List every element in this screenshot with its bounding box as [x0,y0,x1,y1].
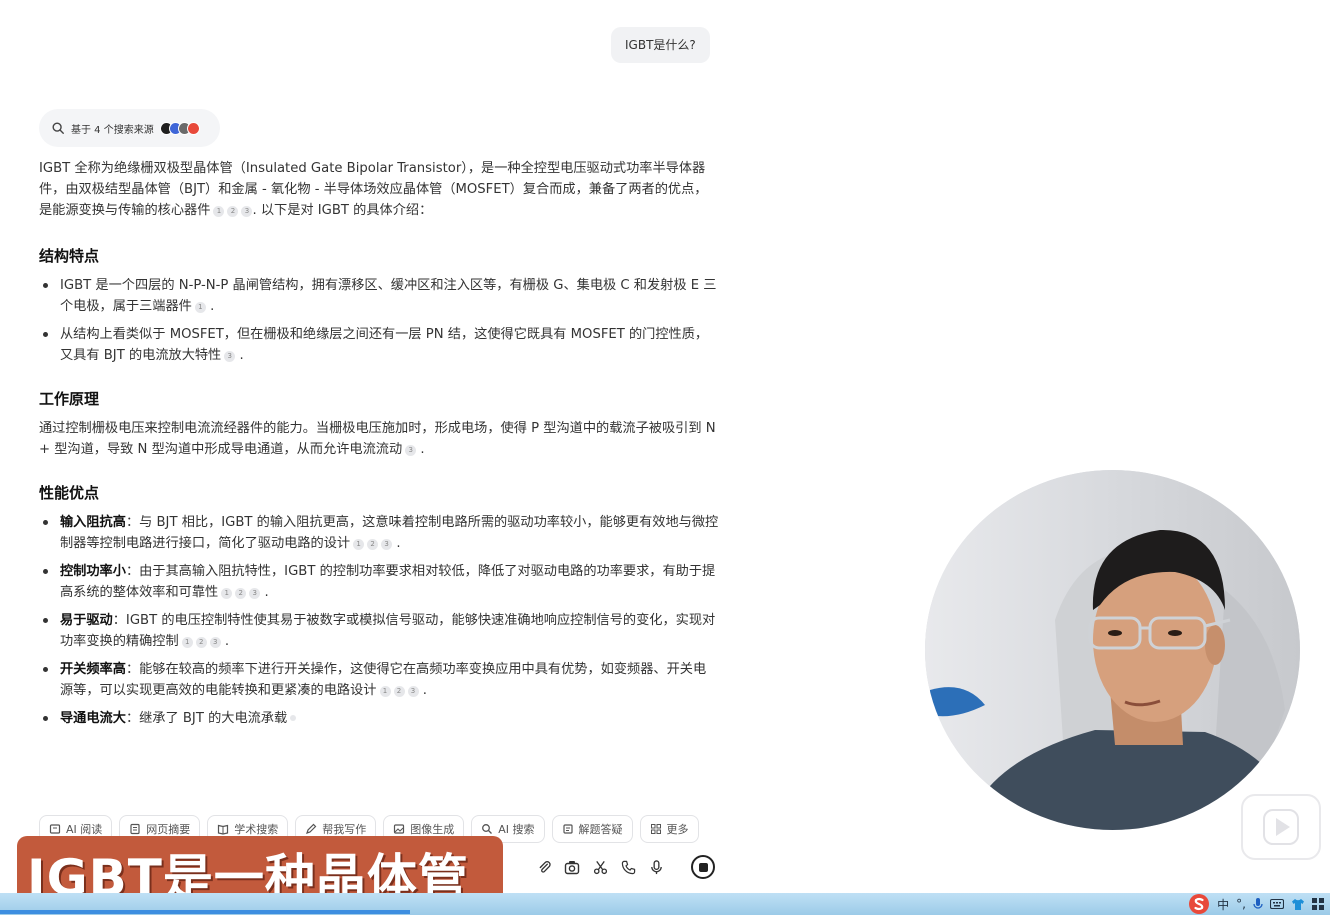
citation-marker[interactable]: 3 [407,686,419,697]
phone-icon[interactable] [619,858,637,876]
sources-pill[interactable]: 基于 4 个搜索来源 [39,109,220,147]
citation-marker[interactable]: 3 [209,637,221,648]
citation-marker[interactable]: 2 [227,206,239,217]
list-item: 输入阻抗高：与 BJT 相比，IGBT 的输入阻抗更高，这意味着控制电路所需的驱… [39,512,719,554]
image-icon [394,824,405,834]
sogou-ime-icon[interactable] [1188,893,1210,915]
input-action-bar [535,855,715,879]
user-question-bubble: IGBT是什么? [611,27,710,63]
scissors-icon[interactable] [591,858,609,876]
list-item: 从结构上看类似于 MOSFET，但在栅极和绝缘层之间还有一层 PN 结，这使得它… [39,324,719,366]
stop-icon [698,862,708,872]
stop-generation-button[interactable] [691,855,715,879]
academic-search-icon [218,824,229,835]
microphone-icon[interactable] [647,858,665,876]
section-paragraph: 通过控制栅极电压来控制电流流经器件的能力。当栅极电压施加时，形成电场，使得 P … [39,421,716,457]
chip-label: 图像生成 [410,823,455,836]
answer-section: 结构特点 IGBT 是一个四层的 N-P-N-P 晶闸管结构，拥有漂移区、缓冲区和… [39,245,719,366]
grid-icon[interactable] [1312,898,1324,910]
source-avatars [159,121,200,135]
chip-label: 学术搜索 [234,823,279,836]
item-text: IGBT 是一个四层的 N-P-N-P 晶闸管结构，拥有漂移区、缓冲区和注入区等… [60,278,717,314]
chip-label: 解题答疑 [578,823,623,836]
citation-marker[interactable]: 1 [213,206,225,217]
search-icon [52,122,64,134]
toolbar-chip[interactable]: 更多 [639,815,699,843]
item-text: ：继承了 BJT 的大电流承载 [125,711,288,726]
attach-icon[interactable] [535,858,553,876]
shirt-icon[interactable] [1291,898,1305,911]
citation-marker[interactable]: 2 [393,686,405,697]
item-title: 易于驱动 [60,613,113,628]
video-play-watermark[interactable] [1241,794,1321,860]
citation-marker[interactable]: 1 [221,588,233,599]
list-item: 开关频率高：能够在较高的频率下进行开关操作，这使得它在高频功率变换应用中具有优势… [39,659,719,701]
web-summary-icon [130,823,140,835]
toolbar-chip[interactable]: 解题答疑 [551,815,633,843]
section-heading: 工作原理 [39,390,100,408]
list-item: 易于驱动：IGBT 的电压控制特性使其易于被数字或模拟信号驱动，能够快速准确地响… [39,610,719,652]
section-heading: 结构特点 [39,247,100,265]
ime-language-label[interactable]: 中 [1217,896,1229,913]
citation-marker[interactable]: 1 [379,686,391,697]
answer-intro: IGBT 全称为绝缘栅双极型晶体管（Insulated Gate Bipolar… [39,158,719,221]
answer-content: IGBT 全称为绝缘栅双极型晶体管（Insulated Gate Bipolar… [39,158,719,751]
search-icon [482,824,493,834]
section-heading: 性能优点 [39,484,100,502]
tray-microphone-icon[interactable] [1253,897,1263,911]
item-text: 从结构上看类似于 MOSFET，但在栅极和绝缘层之间还有一层 PN 结，这使得它… [60,327,709,363]
screenshot-icon[interactable] [563,858,581,876]
item-text: ：IGBT 的电压控制特性使其易于被数字或模拟信号驱动，能够快速准确地响应控制信… [60,613,716,649]
taskbar: 中 °, [0,893,1330,915]
citation-marker[interactable]: 2 [235,588,247,599]
citation-marker[interactable]: 1 [181,637,193,648]
punctuation-icon[interactable]: °, [1236,897,1246,911]
answer-section: 工作原理通过控制栅极电压来控制电流流经器件的能力。当栅极电压施加时，形成电场，使… [39,388,719,460]
chip-label: 更多 [666,823,689,836]
system-tray: 中 °, [1188,893,1324,915]
paragraph-text: 通过控制栅极电压来控制电流流经器件的能力。当栅极电压施加时，形成电场，使得 P … [39,421,716,457]
chip-label: AI 阅读 [66,823,103,836]
answer-section: 性能优点输入阻抗高：与 BJT 相比，IGBT 的输入阻抗更高，这意味着控制电路… [39,482,719,729]
more-icon [650,824,661,834]
list-item: IGBT 是一个四层的 N-P-N-P 晶闸管结构，拥有漂移区、缓冲区和注入区等… [39,275,719,317]
chip-label: 网页摘要 [146,823,191,836]
citation-marker[interactable]: 3 [241,206,253,217]
pen-icon [306,823,317,834]
play-icon [1263,809,1299,845]
typing-indicator [290,715,297,721]
bullet-list: IGBT 是一个四层的 N-P-N-P 晶闸管结构，拥有漂移区、缓冲区和注入区等… [39,275,719,366]
citation-marker[interactable]: 1 [353,539,365,550]
citation-marker[interactable]: 3 [381,539,393,550]
chip-label: 帮我写作 [322,823,367,836]
citation-marker[interactable]: 3 [405,445,417,456]
intro-tail: . 以下是对 IGBT 的具体介绍： [252,203,433,218]
citation-marker[interactable]: 3 [224,351,236,362]
list-item: 导通电流大：继承了 BJT 的大电流承载 [39,708,719,729]
citation-marker[interactable]: 3 [249,588,261,599]
sources-label: 基于 4 个搜索来源 [71,124,154,136]
webcam-overlay [925,470,1300,830]
item-title: 输入阻抗高 [60,515,126,530]
item-text: ：由于其高输入阻抗特性，IGBT 的控制功率要求相对较低，降低了对驱动电路的功率… [60,564,716,600]
progress-bar [0,910,410,914]
ai-read-icon [49,824,61,834]
source-avatar [186,121,200,135]
citation-marker[interactable]: 2 [195,637,207,648]
keyboard-icon[interactable] [1270,898,1284,910]
chip-label: AI 搜索 [498,823,535,836]
item-title: 控制功率小 [60,564,126,579]
item-title: 开关频率高 [60,662,126,677]
item-title: 导通电流大 [60,711,126,726]
citation-marker[interactable]: 1 [194,302,206,313]
list-item: 控制功率小：由于其高输入阻抗特性，IGBT 的控制功率要求相对较低，降低了对驱动… [39,561,719,603]
citation-marker[interactable]: 2 [367,539,379,550]
presenter-image [925,470,1300,830]
bullet-list: 输入阻抗高：与 BJT 相比，IGBT 的输入阻抗更高，这意味着控制电路所需的驱… [39,512,719,729]
solve-icon [562,824,573,834]
